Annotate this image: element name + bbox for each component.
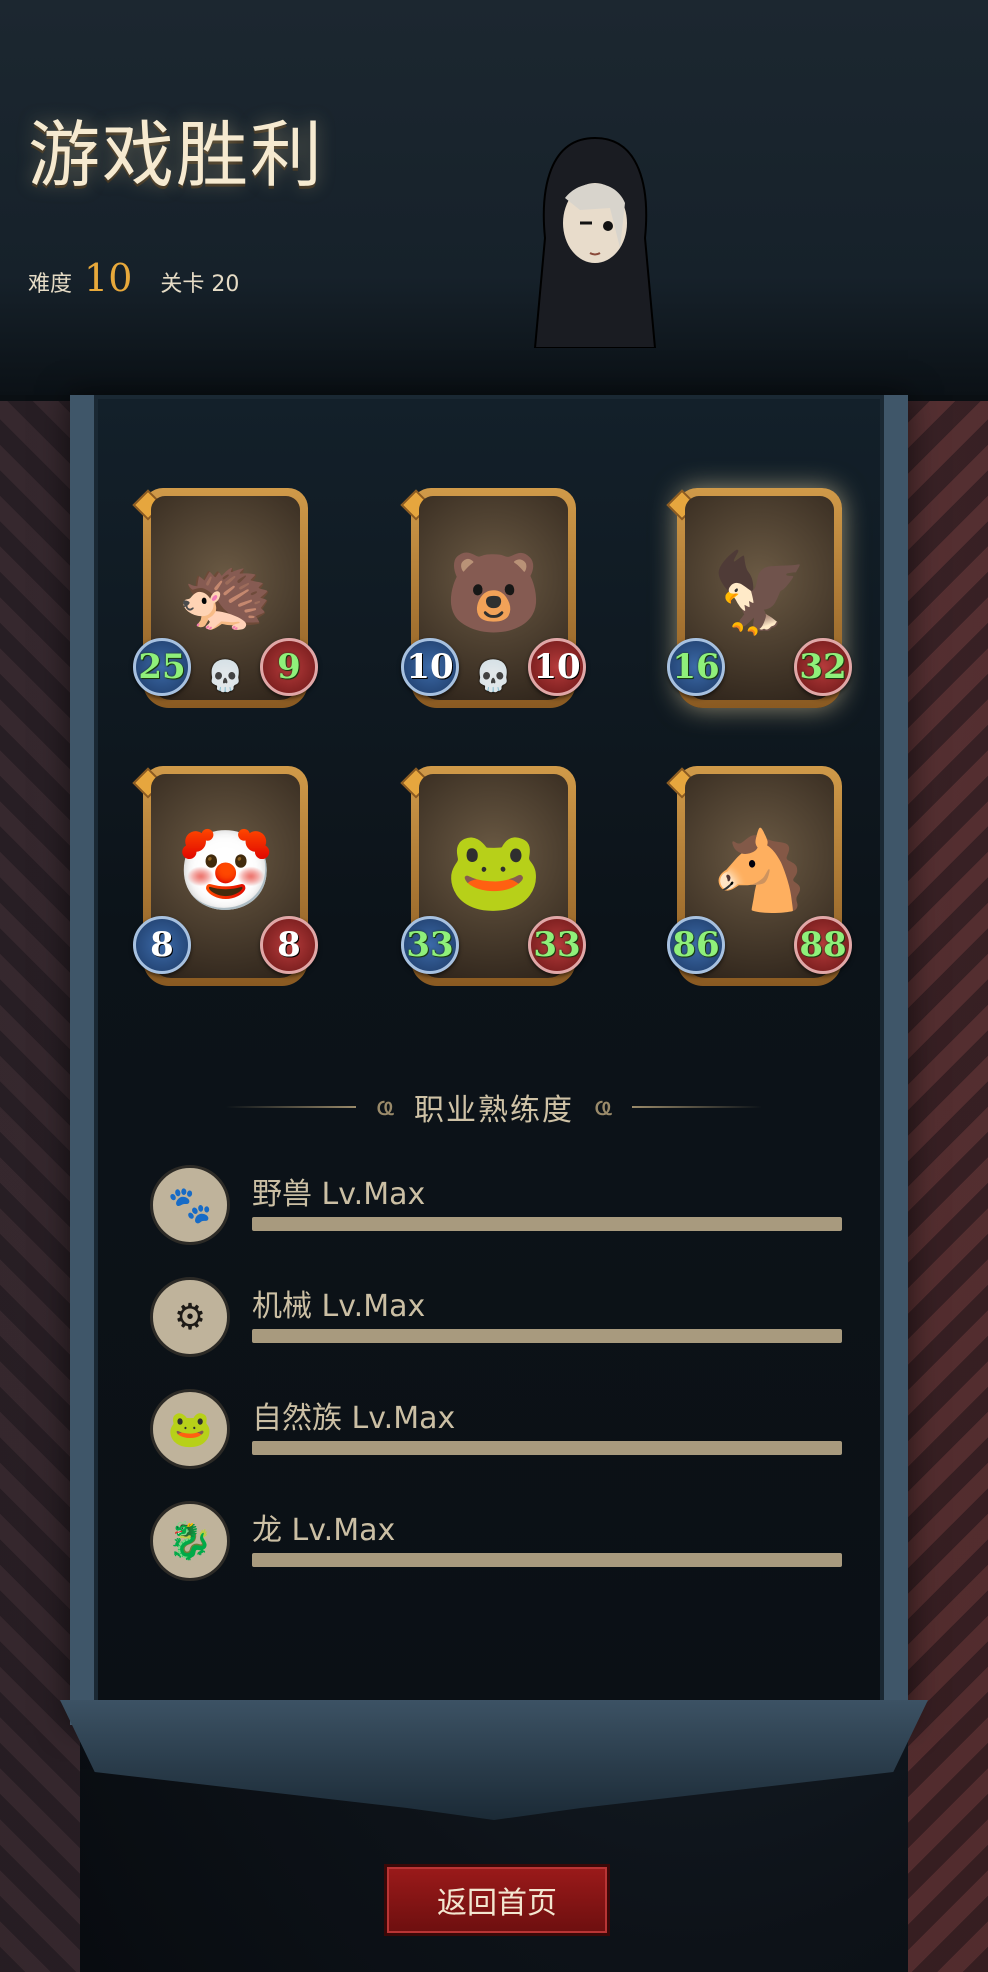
stage-text: 关卡 20	[160, 272, 240, 297]
attack-stat: 25	[133, 638, 191, 696]
mastery-row: 🐸 自然族 Lv.Max	[150, 1389, 850, 1501]
team-card[interactable]: 🦔 💀 25 9	[132, 488, 318, 708]
swirl-ornament-icon: ҩ	[594, 1092, 613, 1122]
mastery-section-header: ҩ 职业熟练度 ҩ	[0, 1085, 988, 1129]
difficulty-label: 难度	[28, 272, 73, 297]
beast-claw-icon: 🐾	[150, 1165, 230, 1245]
clown-icon: 🤡	[176, 826, 275, 917]
health-stat: 88	[794, 916, 852, 974]
mastery-label: 自然族 Lv.Max	[252, 1401, 456, 1436]
mastery-progress-fill	[252, 1553, 842, 1567]
panel-bottom-frame	[60, 1700, 928, 1820]
mastery-progress-fill	[252, 1217, 842, 1231]
divider-line-right	[632, 1106, 763, 1108]
mastery-title: 职业熟练度	[414, 1093, 574, 1128]
mastery-label: 野兽 Lv.Max	[252, 1177, 426, 1212]
swirl-ornament-icon: ҩ	[375, 1092, 394, 1122]
nature-icon: 🐸	[150, 1389, 230, 1469]
victory-title: 游戏胜利	[28, 113, 325, 197]
attack-stat: 86	[667, 916, 725, 974]
header-band: 游戏胜利 难度 10 关卡 20	[0, 0, 988, 401]
attack-stat: 33	[401, 916, 459, 974]
team-card[interactable]: 🐻 💀 10 10	[400, 488, 586, 708]
divider-line-left	[225, 1106, 356, 1108]
mastery-list: 🐾 野兽 Lv.Max ⚙ 机械 Lv.Max 🐸 自然族 Lv.Max 🐉 龙…	[150, 1165, 850, 1613]
mastery-progress-bar	[252, 1217, 842, 1231]
attack-stat: 8	[133, 916, 191, 974]
mastery-progress-bar	[252, 1553, 842, 1567]
mastery-label: 龙 Lv.Max	[252, 1513, 396, 1548]
dragon-icon: 🐉	[150, 1501, 230, 1581]
team-card[interactable]: 🐸 33 33	[400, 766, 586, 986]
mastery-progress-fill	[252, 1441, 842, 1455]
mastery-progress-bar	[252, 1441, 842, 1455]
health-stat: 9	[260, 638, 318, 696]
team-card[interactable]: 🐴 86 88	[666, 766, 852, 986]
attack-stat: 16	[667, 638, 725, 696]
hero-portrait	[533, 136, 657, 348]
mastery-progress-fill	[252, 1329, 842, 1343]
mastery-row: ⚙ 机械 Lv.Max	[150, 1277, 850, 1389]
return-home-button[interactable]: 返回首页	[384, 1864, 610, 1936]
health-stat: 10	[528, 638, 586, 696]
team-card[interactable]: 🦅 16 32	[666, 488, 852, 708]
white-eagle-icon: 🦅	[710, 548, 809, 639]
health-stat: 33	[528, 916, 586, 974]
hedgehog-bandit-icon: 🦔	[176, 548, 275, 639]
team-card[interactable]: 🤡 8 8	[132, 766, 318, 986]
mastery-progress-bar	[252, 1329, 842, 1343]
mastery-row: 🐉 龙 Lv.Max	[150, 1501, 850, 1613]
run-info: 难度 10 关卡 20	[28, 256, 239, 300]
skull-icon: 💀	[206, 659, 245, 694]
mechanical-icon: ⚙	[150, 1277, 230, 1357]
difficulty-value: 10	[84, 256, 133, 300]
fire-bear-icon: 🐻	[444, 548, 543, 639]
health-stat: 32	[794, 638, 852, 696]
mastery-row: 🐾 野兽 Lv.Max	[150, 1165, 850, 1277]
frog-icon: 🐸	[444, 826, 543, 917]
dark-horse-icon: 🐴	[710, 826, 809, 917]
health-stat: 8	[260, 916, 318, 974]
attack-stat: 10	[401, 638, 459, 696]
mastery-label: 机械 Lv.Max	[252, 1289, 426, 1324]
skull-icon: 💀	[474, 659, 513, 694]
